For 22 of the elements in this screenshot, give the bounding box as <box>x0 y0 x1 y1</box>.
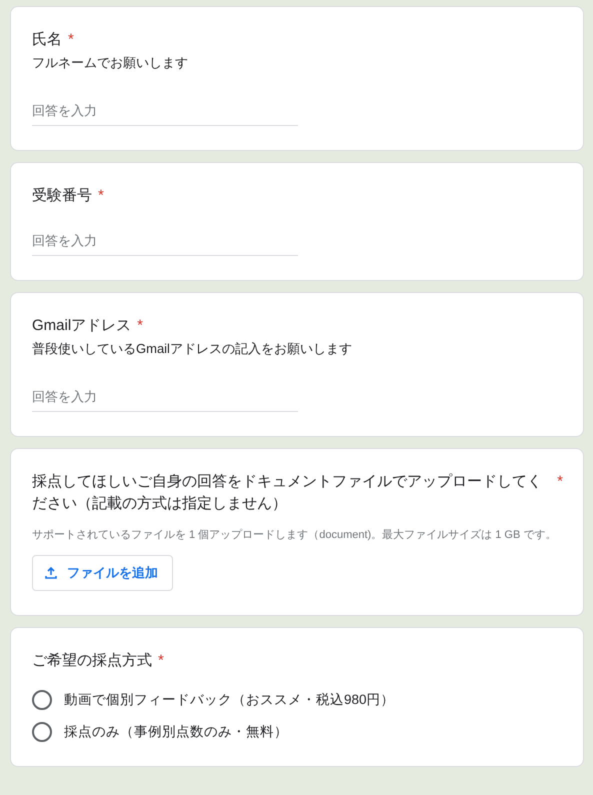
question-description: 普段使いしているGmailアドレスの記入をお願いします <box>32 340 353 358</box>
required-mark: * <box>97 186 104 206</box>
question-description: フルネームでお願いします <box>32 54 189 72</box>
question-title: ご希望の採点方式 <box>32 651 152 671</box>
add-file-button[interactable]: ファイルを追加 <box>32 555 173 591</box>
answer-field[interactable]: 回答を入力 <box>32 383 298 412</box>
required-mark: * <box>67 30 74 50</box>
answer-field[interactable]: 回答を入力 <box>32 227 298 256</box>
answer-field[interactable]: 回答を入力 <box>32 97 298 126</box>
question-title: 採点してほしいご自身の回答をドキュメントファイルでアップロードしてください（記載の方式は指定しません） <box>32 472 543 514</box>
radio-option[interactable]: 動画で個別フィードバック（おススメ・税込980円） <box>32 690 563 710</box>
upload-icon <box>45 567 57 579</box>
required-mark: * <box>157 651 164 671</box>
question-title: 氏名 <box>32 30 62 50</box>
radio-button[interactable] <box>32 690 52 710</box>
radio-option[interactable]: 採点のみ（事例別点数のみ・無料） <box>32 722 563 742</box>
upload-note: サポートされているファイルを 1 個アップロードします（document)。最大ファイルサイズは 1 GB です。 <box>32 528 558 543</box>
required-mark: * <box>136 316 144 336</box>
question-title: Gmailアドレス <box>32 316 132 336</box>
radio-button[interactable] <box>32 722 52 742</box>
required-mark: * <box>556 472 563 492</box>
question-title: 受験番号 <box>32 186 92 206</box>
